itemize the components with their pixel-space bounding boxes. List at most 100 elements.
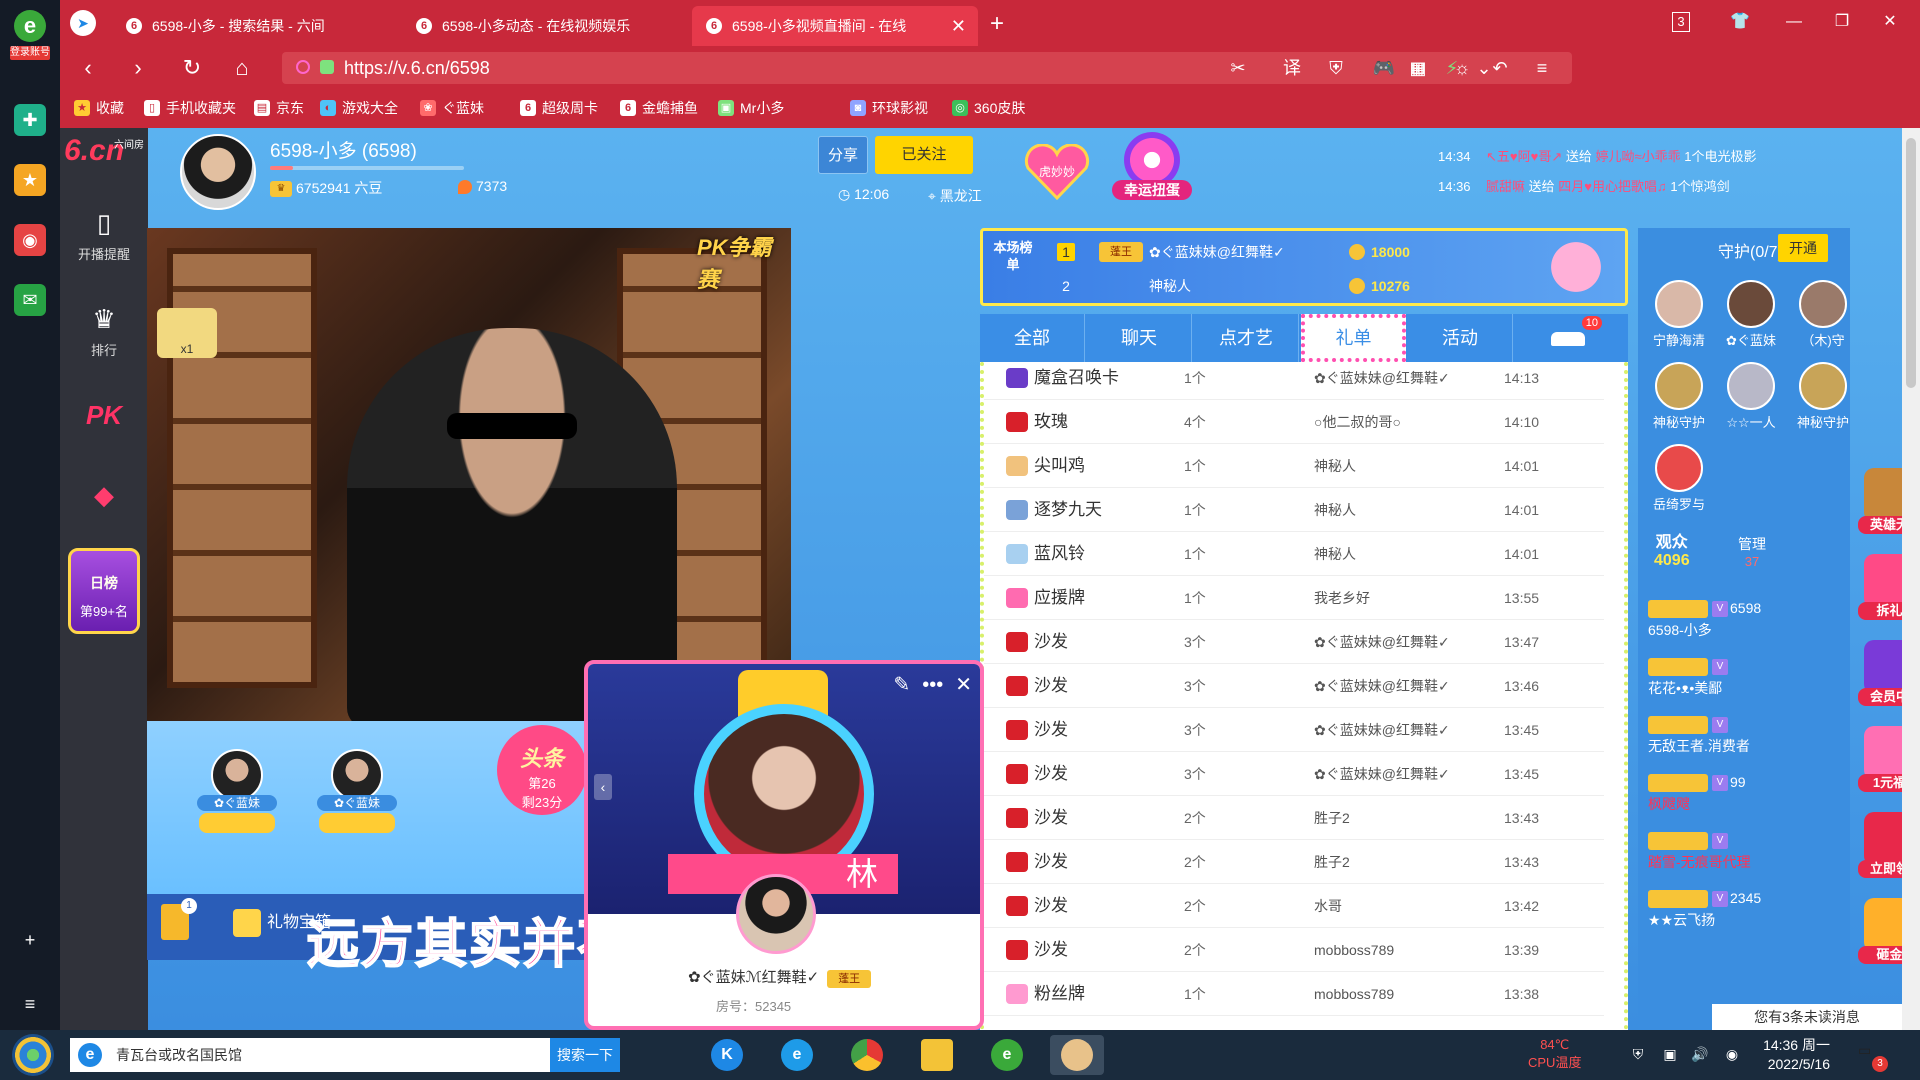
search-query[interactable]: 青瓦台或改名国民馆	[116, 1038, 242, 1072]
back-icon[interactable]: ‹	[72, 52, 104, 84]
promo-item[interactable]: 会员中心	[1858, 640, 1902, 706]
rank-row[interactable]: 2 神秘人 10276	[1049, 271, 1569, 301]
heart-badge[interactable]: 虎妙妙	[1024, 144, 1090, 200]
tray-security-icon[interactable]: ⛨	[1628, 1044, 1648, 1064]
menu-icon[interactable]: ≡	[1528, 56, 1556, 80]
cpu-temperature[interactable]: 84℃ CPU温度	[1528, 1036, 1581, 1072]
gift-sender[interactable]: 水哥	[1314, 884, 1342, 928]
brightness-icon[interactable]: ☼	[1448, 56, 1476, 80]
bookmark-item[interactable]: ❀ ぐ蓝妹	[420, 90, 484, 126]
gift-sender[interactable]: 神秘人	[1314, 532, 1356, 576]
skin-icon[interactable]: 👕	[1722, 8, 1758, 36]
tab-live-room[interactable]: 6 6598-小多视频直播间 - 在线 ✕	[692, 6, 978, 46]
streamer-avatar[interactable]	[180, 134, 256, 210]
guard-member[interactable]: 宁静海清	[1646, 280, 1712, 349]
tab-all[interactable]: 全部	[980, 314, 1085, 362]
minimize-icon[interactable]: —	[1776, 8, 1812, 36]
notification-icon[interactable]: ▭ 3	[1858, 1042, 1888, 1072]
gift-row[interactable]: 沙发 2个 mobboss789 13:39	[984, 928, 1604, 972]
gift-sender[interactable]: ✿ぐ蓝妹妹@红舞鞋✓	[1314, 752, 1450, 796]
bookmark-item[interactable]: ◐ 游戏大全	[320, 90, 398, 126]
viewer-item[interactable]: V 花花•ᴥ•美鄙	[1648, 658, 1838, 698]
plugin-icon[interactable]: ✚	[14, 104, 46, 136]
admin-tab[interactable]: 管理 37	[1738, 534, 1766, 569]
bookmark-item[interactable]: ▯ 手机收藏夹	[144, 90, 236, 126]
gift-row[interactable]: 蓝风铃 1个 神秘人 14:01	[984, 532, 1604, 576]
taskbar-app-explorer[interactable]	[910, 1035, 964, 1075]
favorites-icon[interactable]: ★	[14, 164, 46, 196]
tab-talent[interactable]: 点才艺	[1194, 314, 1299, 362]
bookmark-item[interactable]: ▣ Mr小多	[718, 90, 784, 126]
gift-sender[interactable]: mobboss789	[1314, 972, 1394, 1016]
promo-item[interactable]: 拆礼包	[1858, 554, 1902, 620]
promo-item[interactable]: 1元福利	[1858, 726, 1902, 792]
gift-row[interactable]: 玫瑰 4个 ○他二叔的哥○ 14:10	[984, 400, 1604, 444]
taskbar-search[interactable]: e 青瓦台或改名国民馆 搜索一下	[70, 1038, 620, 1072]
gift-sender[interactable]: ○他二叔的哥○	[1314, 400, 1401, 444]
gift-row[interactable]: 沙发 2个 胜子2 13:43	[984, 796, 1604, 840]
headline-badge[interactable]: 头条 第26 剩23分	[497, 725, 587, 815]
gift-sender[interactable]: 神秘人	[1314, 488, 1356, 532]
page-scrollbar[interactable]	[1902, 128, 1920, 1030]
popup-avatar[interactable]	[736, 874, 816, 954]
gift-sender[interactable]: 神秘人	[1314, 444, 1356, 488]
gift-sender[interactable]: 胜子2	[1314, 796, 1350, 840]
gift-row[interactable]: 粉丝牌 1个 mobboss789 13:38	[984, 972, 1604, 1016]
open-guard-button[interactable]: 开通	[1778, 234, 1828, 262]
undo-icon[interactable]: ↶	[1486, 56, 1514, 80]
tab-activity[interactable]: 活动	[1408, 314, 1513, 362]
guard-member[interactable]: （木)守	[1790, 280, 1856, 349]
more-icon[interactable]: •••	[922, 674, 943, 696]
viewer-item[interactable]: V 6598 6598-小多	[1648, 600, 1838, 640]
tab-dynamics[interactable]: 6 6598-小多动态 - 在线视频娱乐	[402, 6, 657, 46]
promo-item[interactable]: 立即领取	[1858, 812, 1902, 878]
lucky-capsule-button[interactable]: 幸运扭蛋	[1112, 132, 1192, 204]
bookmark-item[interactable]: ◙ 环球影视	[850, 90, 928, 126]
promo-item[interactable]: 砸金蛋	[1858, 898, 1902, 964]
taskbar-app-live[interactable]	[1050, 1035, 1104, 1075]
tray-network-icon[interactable]: ▣	[1660, 1044, 1680, 1064]
guard-member[interactable]: 神秘守护	[1790, 362, 1856, 431]
unread-messages[interactable]: 您有3条未读消息	[1712, 1004, 1902, 1030]
bookmark-item[interactable]: ◎ 360皮肤	[952, 90, 1025, 126]
close-icon[interactable]: ✕	[955, 674, 972, 696]
guard-corner-badge[interactable]: x1	[157, 308, 217, 358]
viewer-item[interactable]: V 踏雪-无痕哥代理	[1648, 832, 1838, 872]
gift-row[interactable]: 沙发 3个 ✿ぐ蓝妹妹@红舞鞋✓ 13:47	[984, 620, 1604, 664]
site-logo[interactable]: 6.cn 六间房	[64, 134, 146, 180]
fan-card[interactable]: ✿ぐ蓝妹	[317, 749, 397, 833]
fan-card[interactable]: ✿ぐ蓝妹	[197, 749, 277, 833]
viewer-item[interactable]: V 2345 ★★云飞扬	[1648, 890, 1838, 930]
gift-sender[interactable]: ✿ぐ蓝妹妹@红舞鞋✓	[1314, 620, 1450, 664]
tab-search[interactable]: 6 6598-小多 - 搜索结果 - 六间	[112, 6, 342, 46]
follow-button[interactable]: 已关注	[875, 136, 973, 174]
bookmark-item[interactable]: 6 金蟾捕鱼	[620, 90, 698, 126]
gift-sender[interactable]: ✿ぐ蓝妹妹@红舞鞋✓	[1314, 708, 1450, 752]
reload-icon[interactable]: ↻	[176, 52, 208, 84]
ranking-button[interactable]: ♛ 排行	[60, 304, 148, 359]
search-button[interactable]: 搜索一下	[550, 1038, 620, 1072]
gift-row[interactable]: 逐梦九天 1个 神秘人 14:01	[984, 488, 1604, 532]
system-clock[interactable]: 14:36 周一 2022/5/16	[1752, 1036, 1830, 1074]
pk-button[interactable]: PK	[60, 400, 148, 431]
menu-icon[interactable]: ≡	[14, 988, 46, 1020]
gift-sender[interactable]: 我老乡好	[1314, 576, 1370, 620]
gift-sender[interactable]: ✿ぐ蓝妹妹@红舞鞋✓	[1314, 664, 1450, 708]
gift-row[interactable]: 沙发 2个 水哥 13:42	[984, 884, 1604, 928]
tray-volume-icon[interactable]: 🔊	[1690, 1044, 1710, 1064]
weibo-icon[interactable]: ◉	[14, 224, 46, 256]
tab-gift-list[interactable]: 礼单	[1301, 314, 1406, 362]
new-tab-button[interactable]: +	[990, 6, 1004, 42]
security-icon[interactable]: ⛨	[1322, 56, 1350, 80]
guard-member[interactable]: 岳绮罗与	[1646, 444, 1712, 513]
gift-sender[interactable]: mobboss789	[1314, 928, 1394, 972]
home-icon[interactable]: ⌂	[226, 52, 258, 84]
game-icon[interactable]: 🎮	[1370, 56, 1398, 80]
guard-member[interactable]: ✿ぐ蓝妹	[1718, 280, 1784, 349]
scrollbar-thumb[interactable]	[1906, 138, 1916, 388]
tab-chat[interactable]: 聊天	[1087, 314, 1192, 362]
mail-icon[interactable]: ✉	[14, 284, 46, 316]
bag-button[interactable]: 1	[161, 898, 197, 940]
taskbar-app-ie[interactable]: e	[770, 1035, 824, 1075]
audience-tab[interactable]: 观众 4096	[1654, 528, 1690, 570]
